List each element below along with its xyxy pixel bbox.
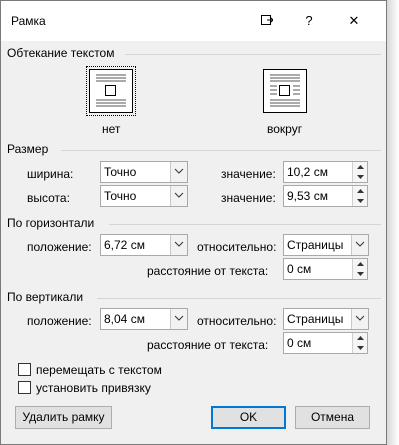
divider [61, 150, 381, 151]
size-heading: Размер [7, 142, 49, 156]
cancel-button[interactable]: Отмена [295, 406, 370, 429]
wrap-around-option[interactable] [263, 69, 307, 113]
height-label: высота: [27, 191, 70, 205]
restore-icon[interactable] [253, 9, 281, 33]
vertical-position-label: положение: [27, 314, 92, 328]
horizontal-position-select[interactable]: 6,72 см [100, 234, 188, 256]
vertical-position-select[interactable]: 8,04 см [100, 308, 188, 330]
spin-down-icon[interactable] [352, 172, 367, 182]
close-button[interactable]: ✕ [340, 9, 368, 33]
frame-dialog: Рамка ? ✕ Обтекание текстом нет вокруг Р… [0, 0, 387, 445]
help-button[interactable]: ? [295, 9, 323, 33]
width-label: ширина: [27, 167, 74, 181]
divider [109, 224, 381, 225]
title-bar: Рамка ? ✕ [1, 1, 386, 41]
width-mode-select[interactable]: Точно [100, 161, 188, 183]
chevron-down-icon[interactable] [170, 309, 187, 329]
remove-frame-button[interactable]: Удалить рамку [15, 406, 112, 429]
horizontal-heading: По горизонтали [7, 216, 95, 230]
spin-down-icon[interactable] [352, 269, 367, 279]
dialog-title: Рамка [11, 14, 46, 28]
vertical-position-value: 8,04 см [104, 312, 145, 326]
width-value: 10,2 см [287, 165, 328, 179]
lock-anchor-label: установить привязку [36, 381, 151, 395]
wrap-none-option[interactable] [86, 66, 136, 116]
chevron-down-icon[interactable] [351, 235, 368, 255]
height-value-spinner[interactable]: 9,53 см [283, 185, 368, 207]
divider [97, 298, 381, 299]
horizontal-distance-value: 0 см [287, 262, 312, 276]
vertical-heading: По вертикали [7, 290, 84, 304]
height-mode-value: Точно [104, 189, 137, 203]
horizontal-relative-label: относительно: [197, 240, 277, 254]
chevron-down-icon[interactable] [170, 162, 187, 182]
horizontal-position-label: положение: [27, 240, 92, 254]
spin-up-icon[interactable] [352, 186, 367, 196]
spin-up-icon[interactable] [352, 333, 367, 343]
spin-down-icon[interactable] [352, 343, 367, 353]
height-value-label: значение: [221, 191, 276, 205]
horizontal-distance-spinner[interactable]: 0 см [283, 258, 368, 280]
horizontal-distance-label: расстояние от текста: [147, 264, 269, 278]
spin-up-icon[interactable] [352, 259, 367, 269]
chevron-down-icon[interactable] [170, 186, 187, 206]
chevron-down-icon[interactable] [170, 235, 187, 255]
move-with-text-checkbox[interactable] [18, 363, 31, 376]
horizontal-position-value: 6,72 см [104, 238, 145, 252]
divider [125, 54, 381, 55]
ok-button[interactable]: OK [211, 406, 286, 429]
horizontal-relative-value: Страницы [287, 238, 344, 252]
height-value: 9,53 см [287, 189, 328, 203]
wrap-heading: Обтекание текстом [7, 46, 115, 60]
width-mode-value: Точно [104, 165, 137, 179]
vertical-distance-label: расстояние от текста: [147, 338, 269, 352]
spin-down-icon[interactable] [352, 196, 367, 206]
chevron-down-icon[interactable] [351, 309, 368, 329]
width-value-label: значение: [221, 167, 276, 181]
wrap-none-icon [96, 74, 126, 107]
wrap-around-label: вокруг [267, 122, 303, 136]
vertical-relative-label: относительно: [197, 314, 277, 328]
width-value-spinner[interactable]: 10,2 см [283, 161, 368, 183]
wrap-none-label: нет [102, 122, 121, 136]
horizontal-relative-select[interactable]: Страницы [283, 234, 369, 256]
lock-anchor-checkbox[interactable] [18, 381, 31, 394]
vertical-distance-value: 0 см [287, 336, 312, 350]
window-shadow [387, 0, 399, 445]
vertical-distance-spinner[interactable]: 0 см [283, 332, 368, 354]
vertical-relative-value: Страницы [287, 312, 344, 326]
wrap-around-icon [270, 74, 300, 107]
height-mode-select[interactable]: Точно [100, 185, 188, 207]
vertical-relative-select[interactable]: Страницы [283, 308, 369, 330]
move-with-text-label: перемещать с текстом [36, 363, 162, 377]
spin-up-icon[interactable] [352, 162, 367, 172]
